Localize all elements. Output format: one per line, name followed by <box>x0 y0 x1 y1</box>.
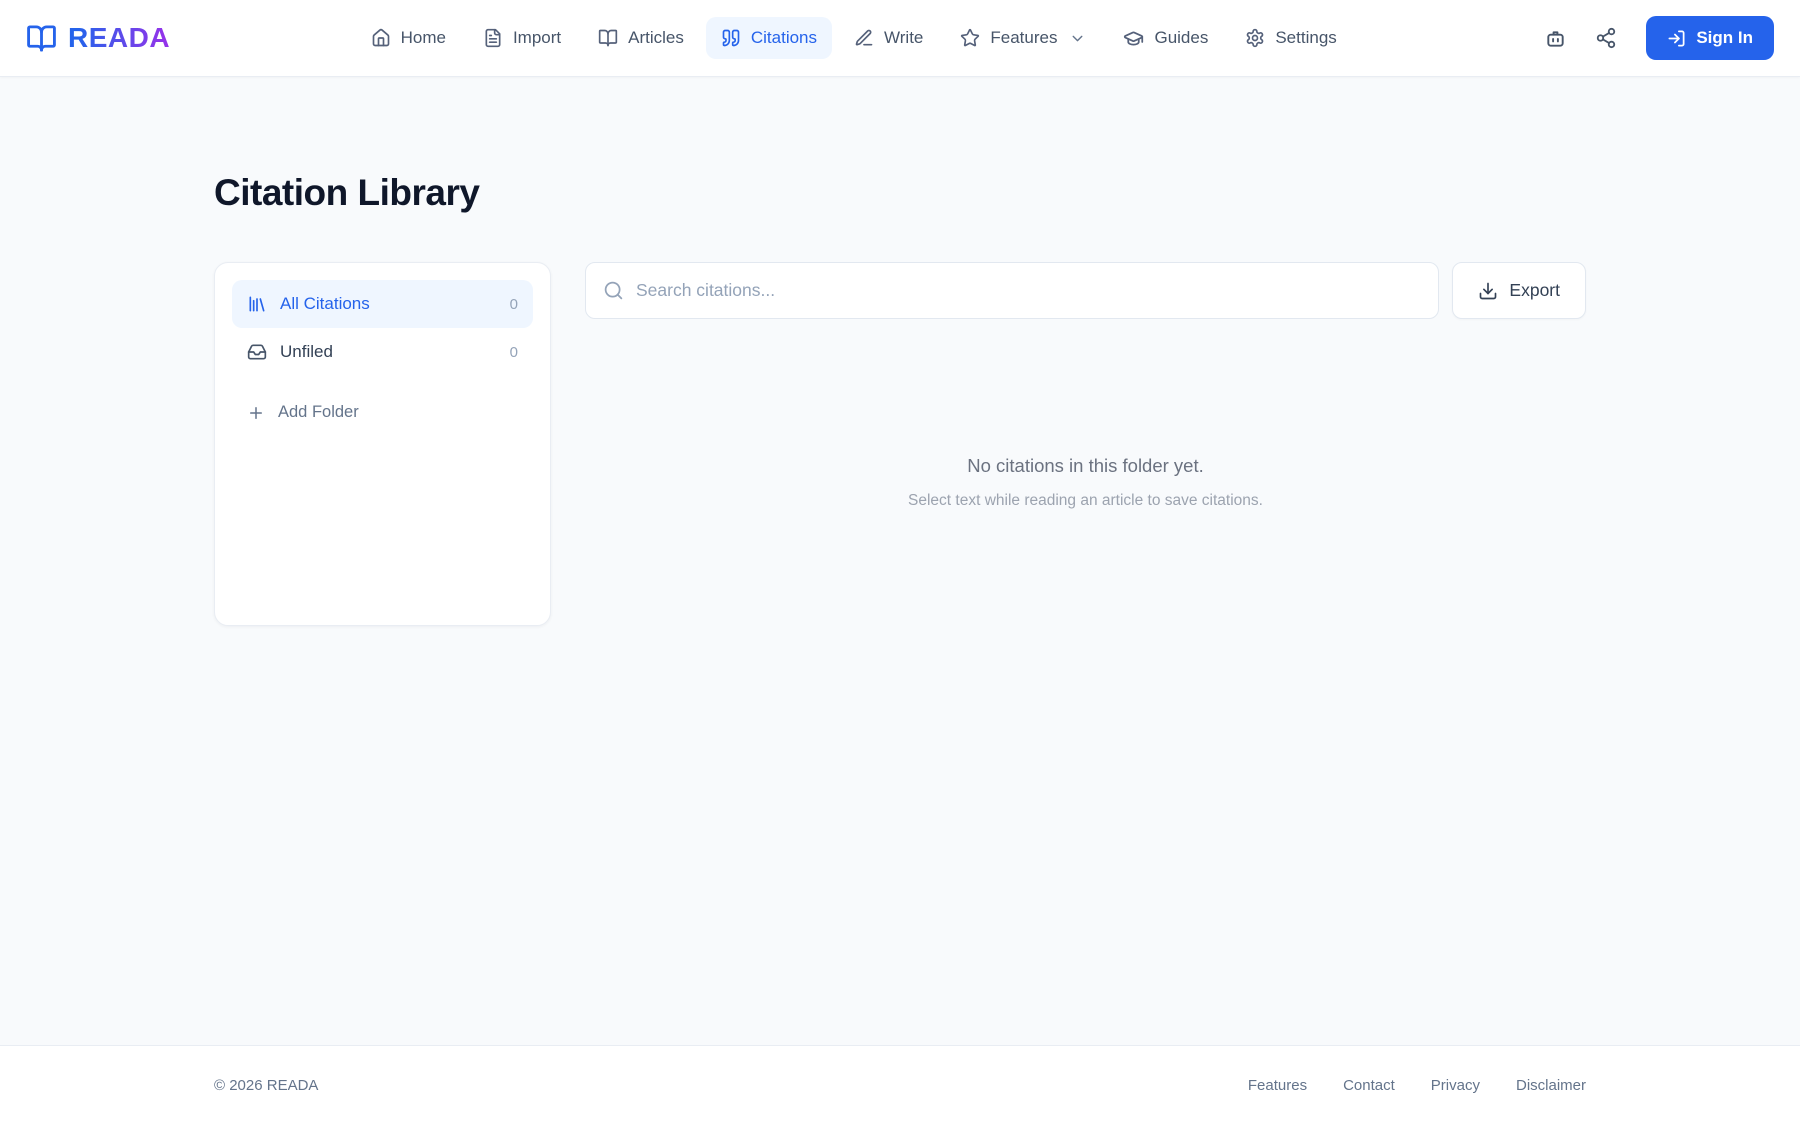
graduation-cap-icon <box>1124 31 1144 45</box>
book-open-icon <box>598 29 618 47</box>
footer-links: Features Contact Privacy Disclaimer <box>1248 1077 1586 1094</box>
log-in-icon <box>1668 30 1685 46</box>
search-citations-input[interactable] <box>636 280 1422 301</box>
nav-item-write[interactable]: Write <box>839 17 938 59</box>
copyright-text: © 2026 READA <box>214 1077 319 1094</box>
library-icon <box>249 296 265 312</box>
citations-toolbar: Export <box>585 262 1586 319</box>
download-icon <box>1480 282 1497 299</box>
house-icon <box>372 28 389 47</box>
star-icon <box>961 28 980 47</box>
brand-name: READA <box>68 22 171 53</box>
sign-in-label: Sign In <box>1696 28 1753 47</box>
folders-sidebar: All Citations 0 Unfiled 0 Add Folder <box>214 262 551 626</box>
empty-state: No citations in this folder yet. Select … <box>585 455 1586 510</box>
empty-state-subtitle: Select text while reading an article to … <box>908 492 1263 509</box>
folder-label: All Citations <box>280 294 370 313</box>
nav-item-articles[interactable]: Articles <box>583 17 699 59</box>
main-nav: Home Import Articles Citations Write Fea… <box>356 17 1352 60</box>
nav-label: Citations <box>750 28 818 47</box>
brand-logo[interactable]: READA <box>26 22 170 54</box>
quote-icon <box>722 29 740 47</box>
main-content: Citation Library All Citations 0 Unfiled… <box>0 77 1800 1045</box>
add-folder-button[interactable]: Add Folder <box>232 390 533 435</box>
bot-icon <box>1547 30 1564 47</box>
page-title: Citation Library <box>214 172 480 213</box>
nav-label: Guides <box>1154 28 1209 47</box>
footer-link-disclaimer[interactable]: Disclaimer <box>1516 1077 1586 1094</box>
nav-label: Features <box>990 28 1058 47</box>
chevron-down-icon <box>1073 35 1083 41</box>
folder-item-unfiled[interactable]: Unfiled 0 <box>232 328 533 376</box>
nav-item-home[interactable]: Home <box>356 17 461 59</box>
footer-link-features[interactable]: Features <box>1248 1077 1307 1094</box>
nav-label: Home <box>400 28 446 47</box>
gear-icon <box>1247 28 1264 48</box>
nav-label: Write <box>884 28 924 47</box>
assistant-bot-button[interactable] <box>1537 20 1574 57</box>
search-icon <box>604 281 623 300</box>
top-nav-bar: READA Home Import Articles Citations Wri… <box>0 0 1800 77</box>
footer-link-contact[interactable]: Contact <box>1343 1077 1395 1094</box>
footer-link-privacy[interactable]: Privacy <box>1431 1077 1480 1094</box>
book-open-logo-icon <box>27 24 56 52</box>
inbox-icon <box>247 344 267 360</box>
nav-item-citations[interactable]: Citations <box>705 17 833 59</box>
nav-item-guides[interactable]: Guides <box>1108 17 1223 60</box>
nav-actions: Sign In <box>1537 16 1774 60</box>
nav-label: Articles <box>628 28 684 47</box>
folder-count: 0 <box>509 295 518 313</box>
pen-icon <box>855 29 873 46</box>
share-icon <box>1597 27 1616 49</box>
nav-label: Settings <box>1275 28 1337 47</box>
nav-item-settings[interactable]: Settings <box>1230 17 1351 59</box>
folder-label: Unfiled <box>280 342 333 361</box>
citations-panel: Export No citations in this folder yet. … <box>585 262 1586 510</box>
folder-item-all-citations[interactable]: All Citations 0 <box>232 280 533 328</box>
share-button[interactable] <box>1588 20 1624 56</box>
empty-state-title: No citations in this folder yet. <box>967 455 1204 476</box>
file-text-icon <box>485 28 501 48</box>
sign-in-button[interactable]: Sign In <box>1646 16 1774 60</box>
page-footer: © 2026 READA Features Contact Privacy Di… <box>0 1045 1800 1125</box>
add-folder-label: Add Folder <box>278 403 359 421</box>
search-box <box>585 262 1440 319</box>
export-button[interactable]: Export <box>1452 262 1586 319</box>
nav-item-import[interactable]: Import <box>468 17 576 59</box>
folder-count: 0 <box>509 343 518 361</box>
nav-label: Import <box>512 28 562 47</box>
nav-item-features[interactable]: Features <box>945 17 1101 59</box>
plus-icon <box>250 406 262 419</box>
export-label: Export <box>1509 280 1560 300</box>
